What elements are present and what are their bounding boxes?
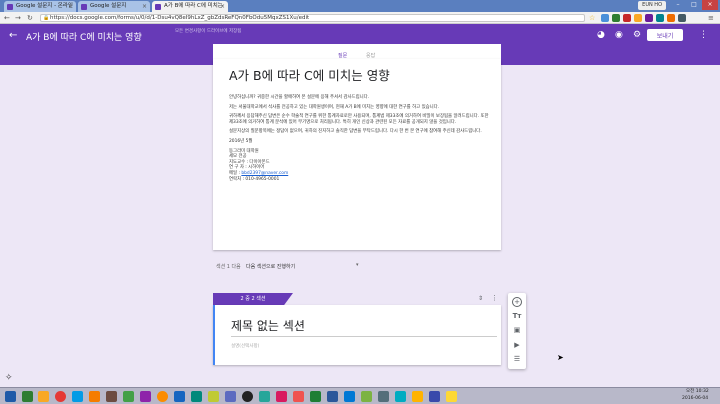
- app-icon[interactable]: [242, 391, 253, 402]
- tab-questions[interactable]: 질문: [338, 52, 347, 59]
- taskbar-time: 오전 10:32: [686, 389, 709, 394]
- form-tabs: 질문 응답: [213, 44, 501, 59]
- after-section-label: 섹션 1 다음: [216, 264, 241, 270]
- app-icon[interactable]: [344, 391, 355, 402]
- add-video-icon[interactable]: ▶: [512, 340, 522, 350]
- app-icon[interactable]: [140, 391, 151, 402]
- add-title-icon[interactable]: Tт: [512, 311, 522, 321]
- add-image-icon[interactable]: ▣: [512, 325, 522, 335]
- app-icon[interactable]: [157, 391, 168, 402]
- powerpoint-icon[interactable]: [293, 391, 304, 402]
- app-icon[interactable]: [395, 391, 406, 402]
- app-icon[interactable]: [123, 391, 134, 402]
- question-toolbar: + Tт ▣ ▶ ☰: [508, 293, 526, 369]
- folder-icon[interactable]: [38, 391, 49, 402]
- app-icon[interactable]: [208, 391, 219, 402]
- description-paragraph: 저는 서울대학교에서 석사를 전공하고 있는 대학원생이며, 현재 A가 B에 …: [229, 104, 440, 110]
- mouse-cursor-icon: ➤: [557, 353, 564, 362]
- collapse-section-icon[interactable]: ⇕: [478, 295, 483, 302]
- tab-responses[interactable]: 응답: [366, 52, 375, 59]
- app-icon[interactable]: [72, 391, 83, 402]
- kakaotalk-icon[interactable]: [446, 391, 457, 402]
- app-icon[interactable]: [89, 391, 100, 402]
- email-label: 메일 :: [229, 170, 242, 176]
- app-icon[interactable]: [378, 391, 389, 402]
- section-1-title[interactable]: A가 B에 따라 C에 미치는 영향: [229, 65, 390, 84]
- description-paragraph: 설문지상의 질문항목에는 정답이 없으며, 귀하의 진지하고 솔직한 답변을 부…: [229, 129, 482, 135]
- description-paragraph: 귀하께서 응답해주신 답변은 순수 학술적 연구를 위한 통계자료로만 사용되며…: [229, 114, 489, 125]
- app-icon[interactable]: [225, 391, 236, 402]
- chrome-icon[interactable]: [55, 391, 66, 402]
- title-underline: [231, 336, 497, 337]
- section-2-description-input[interactable]: 설명(선택사항): [231, 343, 259, 349]
- section-1-description[interactable]: 안녕하십니까? 귀중한 시간을 할애하여 본 설문에 응해 주셔서 감사드립니다…: [229, 95, 489, 182]
- section-1-card[interactable]: A가 B에 따라 C에 미치는 영향 안녕하십니까? 귀중한 시간을 할애하여 …: [213, 59, 501, 250]
- excel-icon[interactable]: [310, 391, 321, 402]
- app-icon[interactable]: [259, 391, 270, 402]
- section-2-card[interactable]: 제목 없는 섹션 설명(선택사항): [213, 305, 501, 365]
- add-section-icon[interactable]: ☰: [512, 354, 522, 364]
- app-icon[interactable]: [106, 391, 117, 402]
- dropdown-caret-icon[interactable]: ▾: [356, 262, 359, 268]
- word-icon[interactable]: [327, 391, 338, 402]
- windows-taskbar: 오전 10:32 2016-06-04: [0, 387, 720, 404]
- app-icon[interactable]: [412, 391, 423, 402]
- app-icon[interactable]: [191, 391, 202, 402]
- form-editor-canvas: 질문 응답 A가 B에 따라 C에 미치는 영향 안녕하십니까? 귀중한 시간을…: [0, 0, 720, 387]
- signature-line: 연락처 : 010-4965-0001: [229, 176, 280, 182]
- section-2-title[interactable]: 제목 없는 섹션: [231, 317, 305, 334]
- monitor-icon[interactable]: [174, 391, 185, 402]
- description-paragraph: 안녕하십니까? 귀중한 시간을 할애하여 본 설문에 응해 주셔서 감사드립니다…: [229, 95, 370, 100]
- email-link[interactable]: bbd2397@naver.com: [241, 171, 288, 176]
- app-icon[interactable]: [429, 391, 440, 402]
- section-more-icon[interactable]: ⋮: [491, 294, 498, 302]
- stick-figure-icon: ✧: [5, 373, 13, 383]
- app-icon[interactable]: [22, 391, 33, 402]
- taskbar-date: 2016-06-04: [682, 396, 709, 401]
- after-section-select[interactable]: 다음 섹션으로 진행하기: [246, 263, 295, 270]
- app-icon[interactable]: [361, 391, 372, 402]
- add-question-icon[interactable]: +: [512, 297, 522, 307]
- start-button-icon[interactable]: [5, 391, 16, 402]
- description-date: 2016년 5월: [229, 138, 253, 144]
- app-icon[interactable]: [276, 391, 287, 402]
